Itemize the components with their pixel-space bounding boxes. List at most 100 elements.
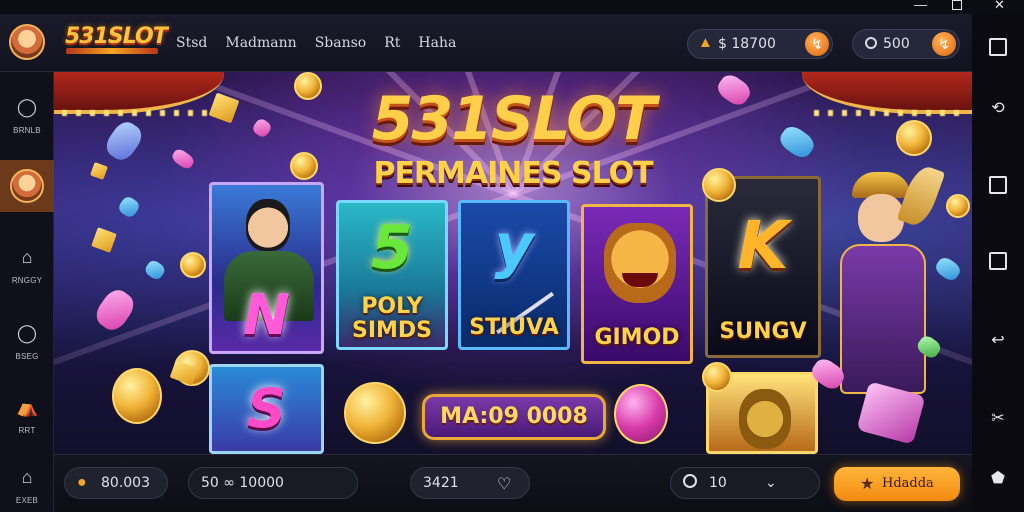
game-card-4[interactable]: GIMOD: [581, 204, 693, 364]
gold-coin-icon: [896, 120, 932, 156]
card-symbol: N: [243, 283, 290, 348]
nav-link-3[interactable]: Sbanso: [315, 35, 367, 51]
square-icon[interactable]: [989, 176, 1007, 194]
cash-balance: $ 18700: [718, 36, 776, 52]
portrait-icon[interactable]: [989, 38, 1007, 56]
bet-pill[interactable]: 50 ∞ 10000: [188, 467, 358, 499]
sidebar-item-label: RRT: [18, 426, 36, 435]
balance-pill-coins[interactable]: 500 ↯: [852, 29, 960, 59]
promo-label: MA:09 0008: [440, 404, 588, 429]
sidebar-item-3[interactable]: ⌂ RNGGY: [0, 240, 54, 292]
monster-face-icon: [604, 223, 676, 303]
gold-coin-icon: [702, 362, 732, 392]
logo-ribbon: [66, 48, 158, 54]
maximize-icon[interactable]: [952, 0, 962, 10]
card-caption: GIMOD: [594, 325, 680, 350]
search-value: 10: [709, 475, 727, 491]
game-card-6[interactable]: S: [209, 364, 324, 454]
game-card-2[interactable]: 5 POLY SIMDS: [336, 200, 448, 350]
warrior-wing: [896, 162, 946, 230]
location-icon[interactable]: ⬟: [989, 470, 1007, 488]
coin-balance: 500: [883, 36, 910, 52]
stake-pill[interactable]: 3421 ♡: [410, 467, 530, 499]
tent-icon: ⛺: [16, 397, 39, 417]
gold-coin-icon: [290, 152, 318, 180]
nav-link-4[interactable]: Rt: [384, 35, 400, 51]
gold-coin-icon: [112, 368, 162, 424]
main-nav: Stsd Madmann Sbanso Rt Haha: [176, 35, 474, 51]
nav-link-1[interactable]: Stsd: [176, 35, 207, 51]
card-caption: SUNGV: [719, 319, 807, 344]
sidebar-item-label: BSEG: [15, 352, 39, 361]
hero-banner[interactable]: 531SLOT PERMAINES SLOT N S 5 POLY SIMDS …: [54, 72, 972, 454]
balance-pill-cash[interactable]: ▲ $ 18700 ↯: [687, 29, 833, 59]
card-symbol: y: [494, 211, 534, 281]
sidebar-item-label: EXEB: [15, 496, 39, 505]
gem-icon: [143, 258, 167, 282]
character-portrait: [246, 199, 290, 251]
credit-value: 80.003: [101, 475, 150, 491]
game-card-3[interactable]: y STIUVA: [458, 200, 570, 350]
gem-icon: [116, 194, 142, 220]
close-icon[interactable]: ✕: [994, 0, 1005, 12]
home-icon: ⌂: [21, 467, 33, 487]
back-icon[interactable]: ↩: [989, 332, 1007, 350]
card-caption: STIUVA: [469, 315, 559, 340]
search-icon: [683, 474, 697, 488]
play-button-label: Hdadda: [882, 476, 934, 491]
character-avatar-icon: [10, 169, 44, 203]
sidebar-item-label: RNGGY: [11, 276, 43, 285]
credit-pill[interactable]: ● 80.003: [64, 467, 168, 499]
gold-coin-icon: [614, 384, 668, 444]
card-symbol: S: [247, 377, 286, 440]
minimize-icon[interactable]: —: [914, 0, 927, 12]
sidebar-item-profile[interactable]: [0, 160, 54, 212]
rotate-icon[interactable]: ⟲: [989, 100, 1007, 118]
search-pill[interactable]: 10 ⌄: [670, 467, 820, 499]
card-symbol: K: [737, 207, 789, 284]
home-icon: ⌂: [21, 247, 33, 267]
top-header: 531SLOT Stsd Madmann Sbanso Rt Haha ▲ $ …: [0, 14, 972, 72]
bottom-bar: ● 80.003 50 ∞ 10000 3421 ♡ 10 ⌄ ★ Hdadda: [54, 454, 972, 512]
app-logo[interactable]: 531SLOT: [65, 24, 168, 49]
chevron-down-icon[interactable]: ⌄: [765, 474, 777, 491]
nav-link-2[interactable]: Madmann: [225, 35, 296, 51]
chat-icon: ◯: [16, 323, 38, 343]
nav-link-5[interactable]: Haha: [418, 35, 456, 51]
game-card-5[interactable]: K SUNGV: [705, 176, 821, 358]
game-card-1[interactable]: N: [209, 182, 324, 354]
gold-coin-icon: [294, 72, 322, 100]
coin-bag-icon: ●: [77, 474, 87, 491]
star-icon: ★: [860, 474, 875, 493]
add-coins-button[interactable]: ↯: [932, 32, 956, 56]
hero-title: 531SLOT: [371, 84, 656, 154]
play-button[interactable]: ★ Hdadda: [834, 467, 960, 501]
screenshot-icon[interactable]: ✂: [989, 410, 1007, 428]
sidebar-item-label: BRNLB: [13, 126, 41, 135]
sidebar-item-5[interactable]: ⛺ RRT: [0, 390, 54, 442]
gold-coin-icon: [946, 194, 970, 218]
bet-value: 50 ∞ 10000: [201, 475, 284, 491]
heart-icon[interactable]: ♡: [497, 474, 511, 494]
chip-icon: [91, 227, 117, 253]
user-avatar[interactable]: [9, 24, 45, 60]
stake-value: 3421: [423, 475, 459, 491]
sidebar-item-6[interactable]: ⌂ EXEB: [0, 460, 54, 512]
card-symbol: 5: [371, 213, 413, 283]
left-sidebar: ◯ BRNLB ⌂ RNGGY ◯ BSEG ⛺ RRT ⌂ EXEB: [0, 72, 54, 512]
card-caption: POLY SIMDS: [351, 294, 433, 343]
sidebar-item-4[interactable]: ◯ BSEG: [0, 316, 54, 368]
promo-jackpot-button[interactable]: MA:09 0008: [422, 394, 606, 440]
coin-stack-icon: ▲: [698, 34, 713, 51]
warrior-armor: [840, 244, 926, 394]
window-titlebar: — ✕: [0, 0, 1024, 14]
add-cash-button[interactable]: ↯: [805, 32, 829, 56]
gem-icon: [91, 285, 139, 335]
gold-coin-icon: [180, 252, 206, 278]
chat-icon: ◯: [16, 97, 38, 117]
square-icon[interactable]: [989, 252, 1007, 270]
lion-face-icon: [739, 389, 791, 449]
sidebar-item-1[interactable]: ◯ BRNLB: [0, 90, 54, 142]
gold-coin-icon: [702, 168, 736, 202]
coin-icon: [865, 37, 877, 49]
